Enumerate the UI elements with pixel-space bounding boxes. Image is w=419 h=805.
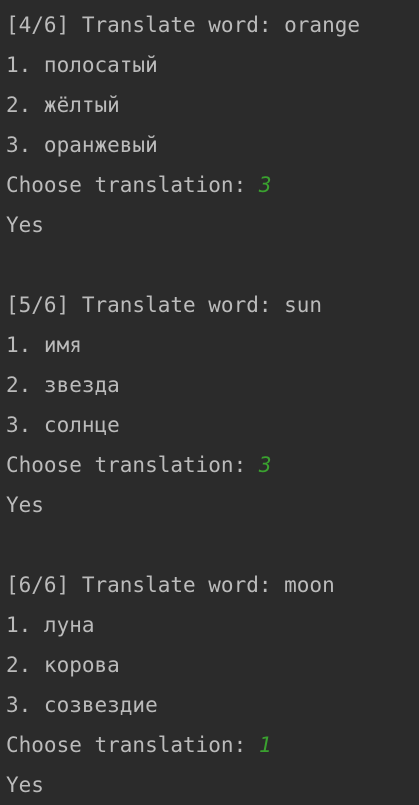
option-line: 2. корова: [6, 653, 120, 677]
option-line: 2. жёлтый: [6, 93, 120, 117]
prompt-text: Choose translation:: [6, 453, 259, 477]
user-answer: 1: [258, 733, 272, 757]
option-line: 3. оранжевый: [6, 133, 158, 157]
result-line: Yes: [6, 773, 44, 797]
user-answer: 3: [258, 173, 272, 197]
user-answer: 3: [258, 453, 272, 477]
prompt-line: Choose translation: 3: [6, 445, 419, 485]
option-line: 2. звезда: [6, 373, 120, 397]
option-line: 3. созвездие: [6, 693, 158, 717]
prompt-text: Choose translation:: [6, 173, 259, 197]
question-header: [5/6] Translate word: sun: [6, 293, 323, 317]
console-output: [4/6] Translate word: orange 1. полосаты…: [0, 0, 419, 798]
option-line: 3. солнце: [6, 413, 120, 437]
question-header: [6/6] Translate word: moon: [6, 573, 335, 597]
prompt-line: Choose translation: 1: [6, 725, 419, 765]
result-line: Yes: [6, 493, 44, 517]
question-header: [4/6] Translate word: orange: [6, 13, 361, 37]
option-line: 1. луна: [6, 613, 95, 637]
result-line: Yes: [6, 213, 44, 237]
prompt-text: Choose translation:: [6, 733, 259, 757]
option-line: 1. полосатый: [6, 53, 158, 77]
prompt-line: Choose translation: 3: [6, 165, 419, 205]
option-line: 1. имя: [6, 333, 82, 357]
